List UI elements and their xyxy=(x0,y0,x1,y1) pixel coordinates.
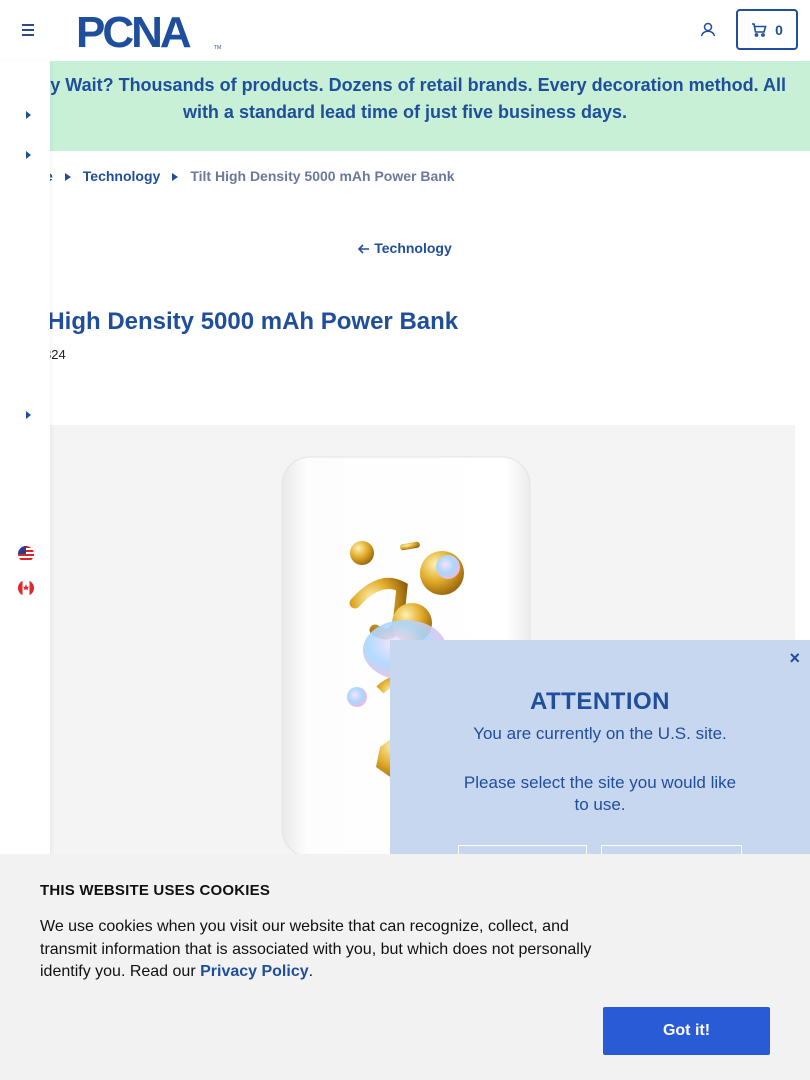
back-link-label: Technology xyxy=(374,240,452,256)
promo-line-1: y Wait? Thousands of products. Dozens of… xyxy=(50,75,786,95)
back-to-category-link[interactable]: Technology xyxy=(0,240,810,256)
privacy-policy-link[interactable]: Privacy Policy xyxy=(200,963,309,980)
promo-line-2: with a standard lead time of just five b… xyxy=(182,102,628,122)
cookie-period: . xyxy=(308,963,314,980)
canada-flag-icon[interactable] xyxy=(18,580,34,596)
breadcrumb: e Technology Tilt High Density 5000 mAh … xyxy=(45,168,455,184)
side-nav-panel xyxy=(0,61,50,861)
cookie-title: THIS WEBSITE USES COOKIES xyxy=(40,882,271,899)
cart-button[interactable]: 0 xyxy=(736,9,798,50)
us-flag-icon[interactable] xyxy=(18,546,34,562)
accept-cookies-button[interactable]: Got it! xyxy=(603,1007,770,1055)
chevron-right-icon xyxy=(64,168,71,184)
hamburger-menu-icon[interactable] xyxy=(18,20,38,40)
modal-select-site-text: Please select the site you would like to… xyxy=(463,773,737,814)
logo-text: PCNA xyxy=(76,9,191,51)
cookie-body-text: We use cookies when you visit our websit… xyxy=(40,918,592,980)
breadcrumb-technology[interactable]: Technology xyxy=(83,168,161,184)
caret-right-icon[interactable] xyxy=(24,407,32,419)
modal-title: ATTENTION xyxy=(529,688,671,715)
modal-current-site-text: You are currently on the U.S. site. xyxy=(473,724,727,743)
site-header: PCNA TM 0 xyxy=(0,0,810,61)
caret-right-icon[interactable] xyxy=(24,147,32,159)
caret-right-icon[interactable] xyxy=(24,107,32,119)
pcna-logo[interactable]: PCNA TM xyxy=(76,8,226,57)
site-selection-modal: × ATTENTION You are currently on the U.S… xyxy=(390,640,810,885)
cart-icon xyxy=(752,22,767,37)
svg-text:TM: TM xyxy=(214,45,221,51)
cookie-banner: THIS WEBSITE USES COOKIES We use cookies… xyxy=(0,854,810,1080)
promo-banner: y Wait? Thousands of products. Dozens of… xyxy=(0,61,810,151)
arrow-left-icon xyxy=(358,244,370,254)
breadcrumb-current: Tilt High Density 5000 mAh Power Bank xyxy=(190,168,455,184)
cart-count: 0 xyxy=(775,21,783,38)
product-title: . High Density 5000 mAh Power Bank xyxy=(34,308,459,335)
chevron-right-icon xyxy=(172,168,179,184)
close-icon[interactable]: × xyxy=(789,648,800,669)
cookie-text: We use cookies when you visit our websit… xyxy=(40,916,610,984)
account-icon[interactable] xyxy=(696,18,720,42)
